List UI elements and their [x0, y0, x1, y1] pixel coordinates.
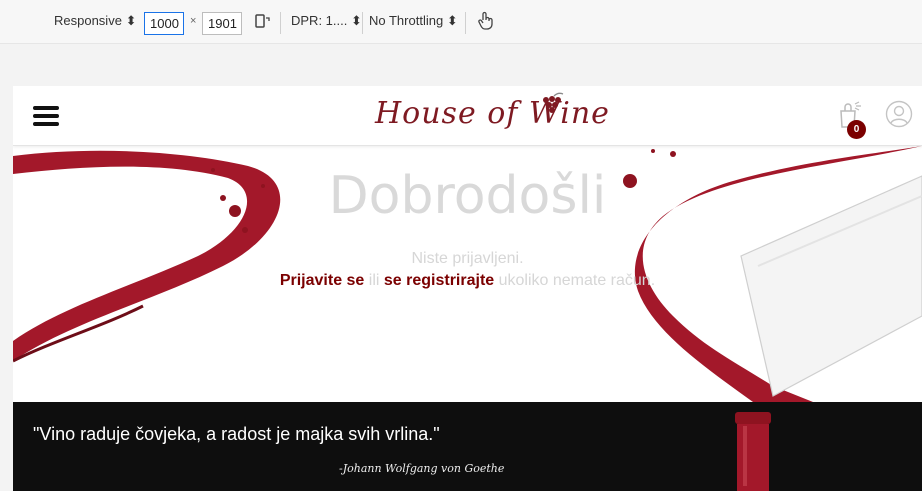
device-select[interactable]: Responsive ⬍	[54, 13, 136, 29]
user-icon[interactable]	[885, 100, 913, 128]
throttling-label: No Throttling	[369, 13, 444, 28]
cart-count-badge: 0	[847, 120, 866, 139]
quote-author: -Johann Wolfgang von Goethe	[339, 462, 505, 475]
no-account-text: ukoliko nemate račun.	[494, 272, 656, 289]
quote-text: "Vino raduje čovjeka, a radost je majka …	[33, 424, 440, 444]
sort-icon: ⬍	[125, 13, 137, 28]
site-navbar: House of Wine 0	[13, 86, 922, 146]
wine-bottle-image	[735, 412, 771, 491]
rotate-icon[interactable]	[254, 12, 272, 33]
grapes-icon	[543, 92, 564, 113]
dpr-label: DPR: 1....	[291, 13, 348, 28]
welcome-hero: Dobrodošli Niste prijavljeni. Prijavite …	[13, 146, 922, 402]
width-input[interactable]: 1000	[144, 12, 184, 35]
height-input[interactable]: 1901	[202, 12, 242, 35]
throttling-select[interactable]: No Throttling ⬍	[369, 13, 458, 29]
toolbar-divider	[362, 12, 363, 34]
site-logo[interactable]: House of Wine	[375, 96, 610, 131]
toolbar-divider	[280, 12, 281, 34]
not-logged-in-text: Niste prijavljeni.	[411, 250, 524, 267]
login-link[interactable]: Prijavite se	[280, 272, 365, 289]
device-select-label: Responsive	[54, 13, 122, 28]
menu-icon[interactable]	[33, 106, 59, 126]
sort-icon: ⬍	[446, 13, 458, 28]
touch-icon[interactable]	[476, 11, 494, 34]
register-link[interactable]: se registrirajte	[384, 272, 494, 289]
sort-icon: ⬍	[350, 13, 362, 28]
quote-banner: "Vino raduje čovjeka, a radost je majka …	[13, 402, 922, 491]
or-text: ili	[364, 272, 384, 289]
times-sign: ×	[190, 15, 197, 27]
page-viewport: House of Wine 0 Dobrodošli Niste prijavl…	[13, 86, 922, 491]
auth-prompt: Prijavite se ili se registrirajte ukolik…	[13, 272, 922, 290]
dpr-select[interactable]: DPR: 1.... ⬍	[291, 13, 362, 29]
welcome-title: Dobrodošli	[328, 166, 607, 226]
toolbar-divider	[465, 12, 466, 34]
devtools-toolbar: Responsive ⬍ 1000 × 1901 DPR: 1.... ⬍ No…	[0, 0, 922, 44]
